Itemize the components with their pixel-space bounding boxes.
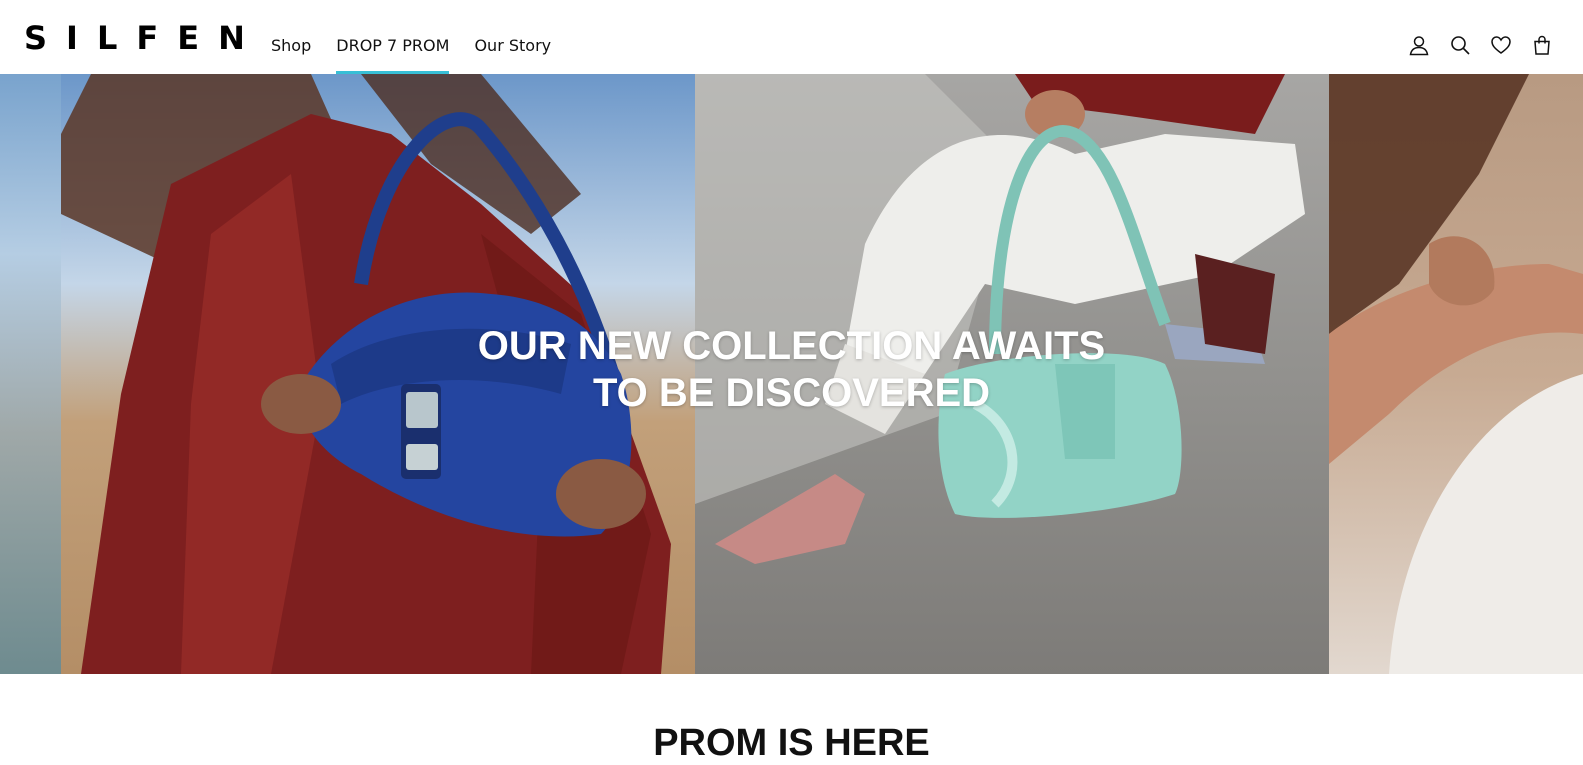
account-icon[interactable] bbox=[1408, 34, 1430, 56]
logo[interactable]: SILFEN bbox=[24, 18, 264, 58]
hero-headline-line-2: TO BE DISCOVERED bbox=[592, 371, 991, 415]
nav-item-shop[interactable]: Shop bbox=[271, 0, 311, 74]
hero-banner[interactable]: OUR NEW COLLECTION AWAITS TO BE DISCOVER… bbox=[0, 74, 1583, 674]
cart-bag-icon[interactable] bbox=[1531, 34, 1553, 56]
hero-headline-line-1: OUR NEW COLLECTION AWAITS bbox=[477, 324, 1106, 368]
header-icons bbox=[1408, 34, 1553, 56]
section-title: PROM IS HERE bbox=[653, 722, 930, 764]
nav-item-our-story[interactable]: Our Story bbox=[474, 0, 551, 74]
site-header: SILFEN Shop DROP 7 PROM Our Story bbox=[0, 0, 1583, 74]
main-nav: Shop DROP 7 PROM Our Story bbox=[271, 0, 576, 74]
search-icon[interactable] bbox=[1449, 34, 1471, 56]
hero-headline: OUR NEW COLLECTION AWAITS TO BE DISCOVER… bbox=[0, 323, 1583, 417]
wishlist-heart-icon[interactable] bbox=[1490, 34, 1512, 56]
nav-item-drop-7-prom[interactable]: DROP 7 PROM bbox=[336, 0, 450, 74]
